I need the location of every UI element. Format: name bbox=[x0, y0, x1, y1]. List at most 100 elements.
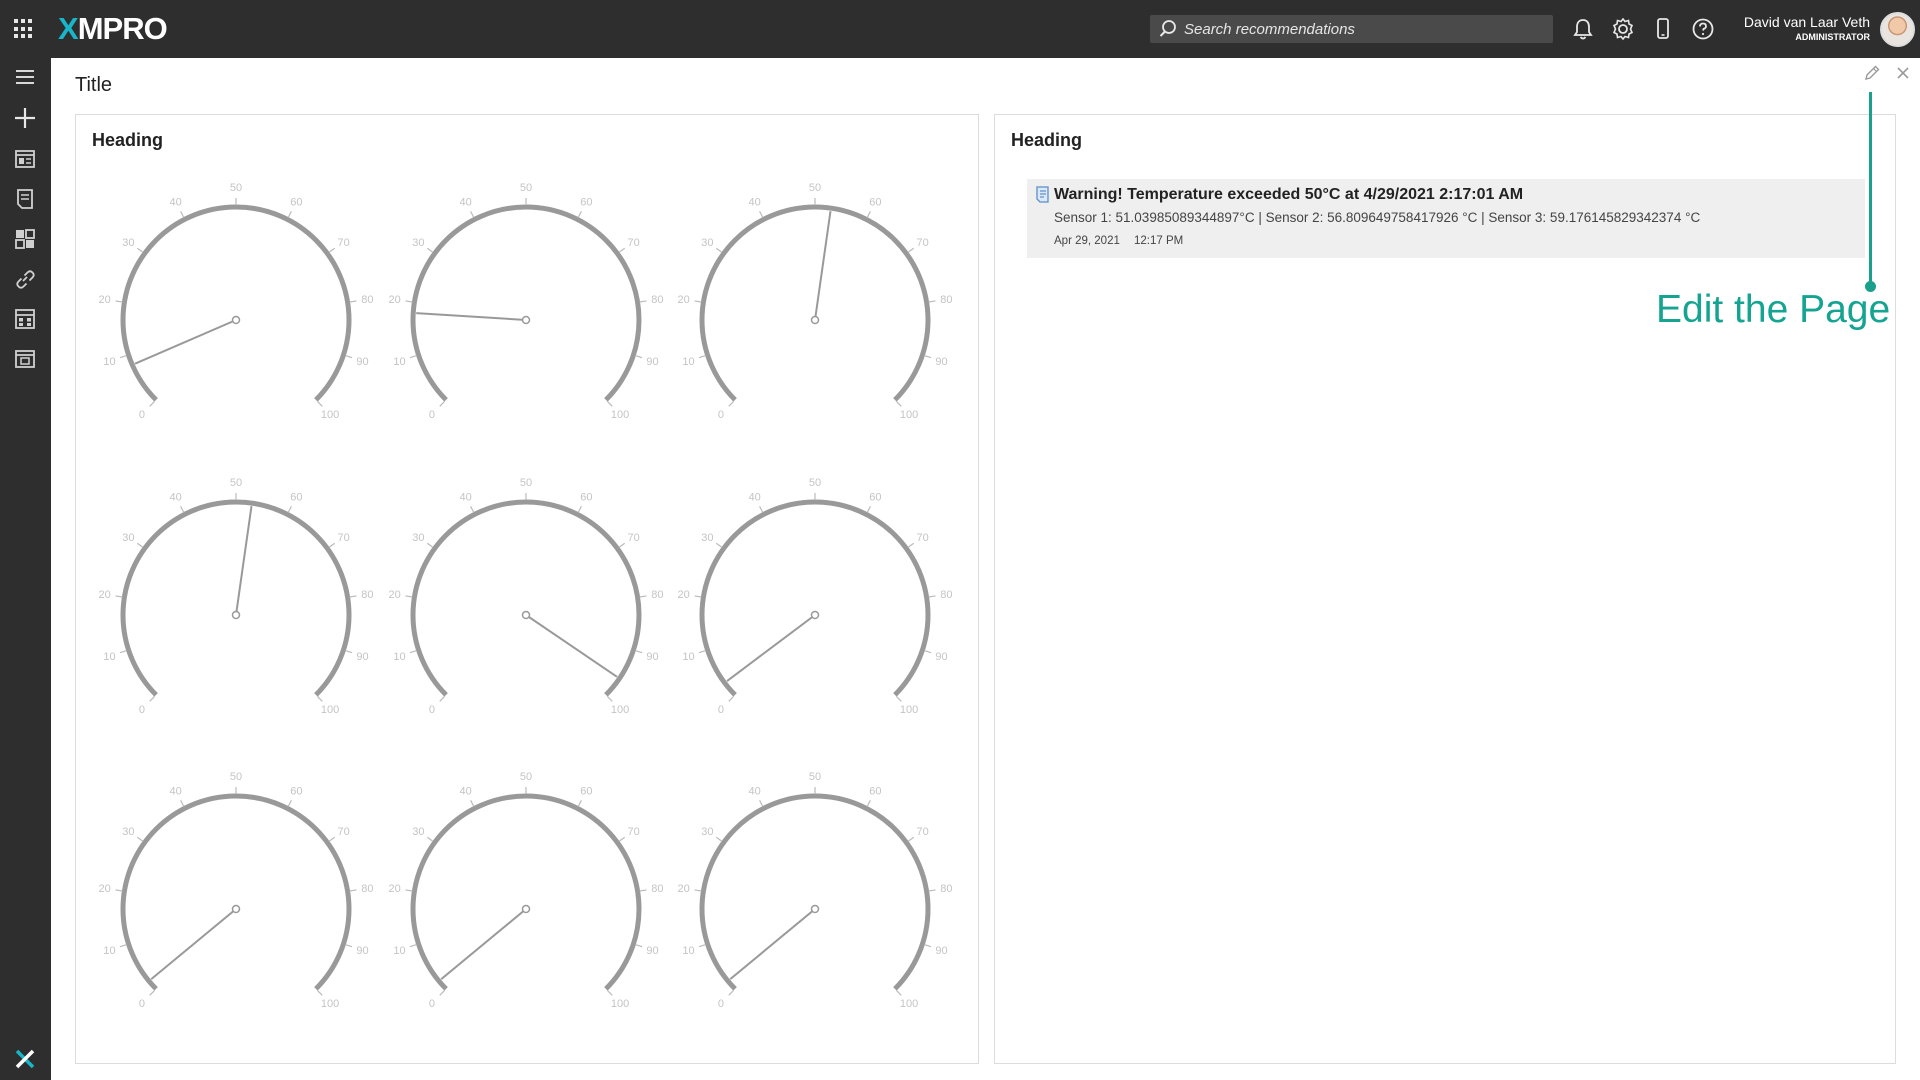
gauge-tick bbox=[405, 889, 413, 892]
gauge-tick bbox=[866, 800, 871, 807]
gauge-tick-label: 40 bbox=[169, 491, 181, 503]
gauge-tick-label: 0 bbox=[718, 998, 724, 1010]
gauge-scale bbox=[410, 204, 642, 402]
gauge-tick-label: 80 bbox=[940, 589, 952, 601]
gauge-tick-label: 0 bbox=[718, 409, 724, 421]
mobile-icon[interactable] bbox=[1650, 16, 1676, 42]
dashboard-icon[interactable] bbox=[12, 306, 38, 332]
gauge-tick-label: 90 bbox=[935, 651, 947, 663]
app-designer-icon[interactable] bbox=[12, 146, 38, 172]
gauge-tick bbox=[694, 889, 702, 892]
gauge-tick-label: 0 bbox=[139, 998, 145, 1010]
data-streams-icon[interactable] bbox=[12, 226, 38, 252]
gauge-tick-label: 100 bbox=[611, 409, 629, 421]
gauge-tick bbox=[728, 989, 735, 996]
gauge-tick bbox=[115, 889, 123, 892]
gauge-tick bbox=[759, 800, 764, 807]
recommendations-icon[interactable] bbox=[12, 186, 38, 212]
gauge-tick-label: 30 bbox=[122, 826, 134, 838]
gauge-tick bbox=[639, 889, 647, 892]
search-box[interactable] bbox=[1150, 15, 1553, 43]
gauge-tick-label: 90 bbox=[356, 651, 368, 663]
gauge-tick bbox=[577, 506, 582, 513]
gauge-tick bbox=[924, 649, 932, 654]
help-icon[interactable] bbox=[1690, 16, 1716, 42]
gauge-tick bbox=[287, 211, 292, 218]
user-name[interactable]: David van Laar Veth bbox=[1744, 14, 1870, 30]
gear-icon[interactable] bbox=[1610, 16, 1636, 42]
gauge-tick-label: 100 bbox=[321, 409, 339, 421]
gauge-tick bbox=[895, 695, 902, 702]
gauge-tick-label: 30 bbox=[122, 532, 134, 544]
gauge-tick-label: 90 bbox=[935, 356, 947, 368]
callout-line bbox=[1869, 92, 1872, 285]
gauge-tick-label: 50 bbox=[230, 182, 242, 194]
gauge-tick bbox=[715, 542, 723, 548]
search-input[interactable] bbox=[1184, 15, 1544, 43]
add-icon[interactable] bbox=[12, 105, 38, 131]
gauge-tick-label: 60 bbox=[290, 196, 302, 208]
gauge-tick-label: 40 bbox=[169, 785, 181, 797]
gauge-tick-label: 50 bbox=[809, 771, 821, 783]
layout-icon[interactable] bbox=[12, 346, 38, 372]
gauge-tick-label: 50 bbox=[520, 477, 532, 489]
top-bar: XMPRO David van Laar Veth ADMINISTRATOR bbox=[0, 0, 1920, 58]
gauge-tick-label: 60 bbox=[869, 491, 881, 503]
gauge-tick-label: 100 bbox=[321, 704, 339, 716]
gauge-tick bbox=[618, 836, 626, 842]
gauge-tick bbox=[606, 695, 613, 702]
gauge-tick bbox=[287, 506, 292, 513]
gauge-tick bbox=[759, 506, 764, 513]
gauge-tick-label: 30 bbox=[412, 532, 424, 544]
gauge-tick bbox=[639, 595, 647, 598]
gauge-tick bbox=[180, 506, 185, 513]
panel-heading: Heading bbox=[1011, 130, 1083, 150]
close-icon[interactable] bbox=[1893, 63, 1913, 83]
avatar[interactable] bbox=[1880, 12, 1915, 47]
recommendation-card[interactable]: Warning! Temperature exceeded 50°C at 4/… bbox=[1027, 179, 1865, 258]
gauge-tick-label: 80 bbox=[651, 883, 663, 895]
gauge-tick-label: 0 bbox=[429, 409, 435, 421]
gauge-tick bbox=[694, 300, 702, 303]
menu-icon[interactable] bbox=[12, 64, 38, 90]
pencil-icon[interactable] bbox=[1862, 63, 1882, 83]
gauge-tick bbox=[694, 595, 702, 598]
gauge: 0 10 20 30 40 50 60 70 80 90 100 bbox=[670, 180, 960, 450]
gauge-tick-label: 20 bbox=[99, 294, 111, 306]
xmpro-x-icon[interactable] bbox=[14, 1048, 36, 1070]
gauge-tick-label: 70 bbox=[916, 237, 928, 249]
gauge-tick-label: 70 bbox=[627, 237, 639, 249]
integrations-icon[interactable] bbox=[12, 266, 38, 292]
gauge-tick-label: 50 bbox=[809, 182, 821, 194]
gauge-tick-label: 30 bbox=[701, 532, 713, 544]
gauge-tick bbox=[426, 836, 434, 842]
gauge-tick bbox=[349, 889, 357, 892]
gauge-tick bbox=[287, 800, 292, 807]
gauge-tick-label: 90 bbox=[646, 945, 658, 957]
gauge-needle bbox=[134, 319, 237, 365]
gauge-needle bbox=[726, 614, 816, 682]
gauge-svg: 0 10 20 30 40 50 60 70 80 90 100 bbox=[678, 477, 953, 716]
bell-icon[interactable] bbox=[1570, 16, 1596, 42]
app-logo[interactable]: XMPRO bbox=[58, 10, 168, 48]
gauge-tick-label: 60 bbox=[580, 785, 592, 797]
gauge-tick bbox=[606, 989, 613, 996]
gauge-tick-label: 50 bbox=[520, 182, 532, 194]
gauge-tick bbox=[136, 836, 144, 842]
gauge-tick-label: 40 bbox=[459, 196, 471, 208]
gauge-tick bbox=[345, 943, 353, 948]
apps-grid-icon[interactable] bbox=[14, 19, 34, 39]
gauge-tick bbox=[635, 943, 643, 948]
gauge-tick bbox=[866, 506, 871, 513]
gauge-tick-label: 10 bbox=[682, 651, 694, 663]
gauge-tick bbox=[426, 247, 434, 253]
gauge-tick bbox=[895, 400, 902, 407]
gauge: 0 10 20 30 40 50 60 70 80 90 100 bbox=[381, 769, 671, 1039]
sidebar bbox=[0, 58, 51, 1080]
gauge-tick bbox=[470, 506, 475, 513]
gauge-tick-label: 40 bbox=[169, 196, 181, 208]
recommendations-panel: Heading Warning! Temperature exceeded 50… bbox=[994, 114, 1896, 1064]
gauge-tick bbox=[409, 649, 417, 654]
gauge-tick bbox=[618, 542, 626, 548]
recommendation-title[interactable]: Warning! Temperature exceeded 50°C at 4/… bbox=[1054, 186, 1523, 204]
